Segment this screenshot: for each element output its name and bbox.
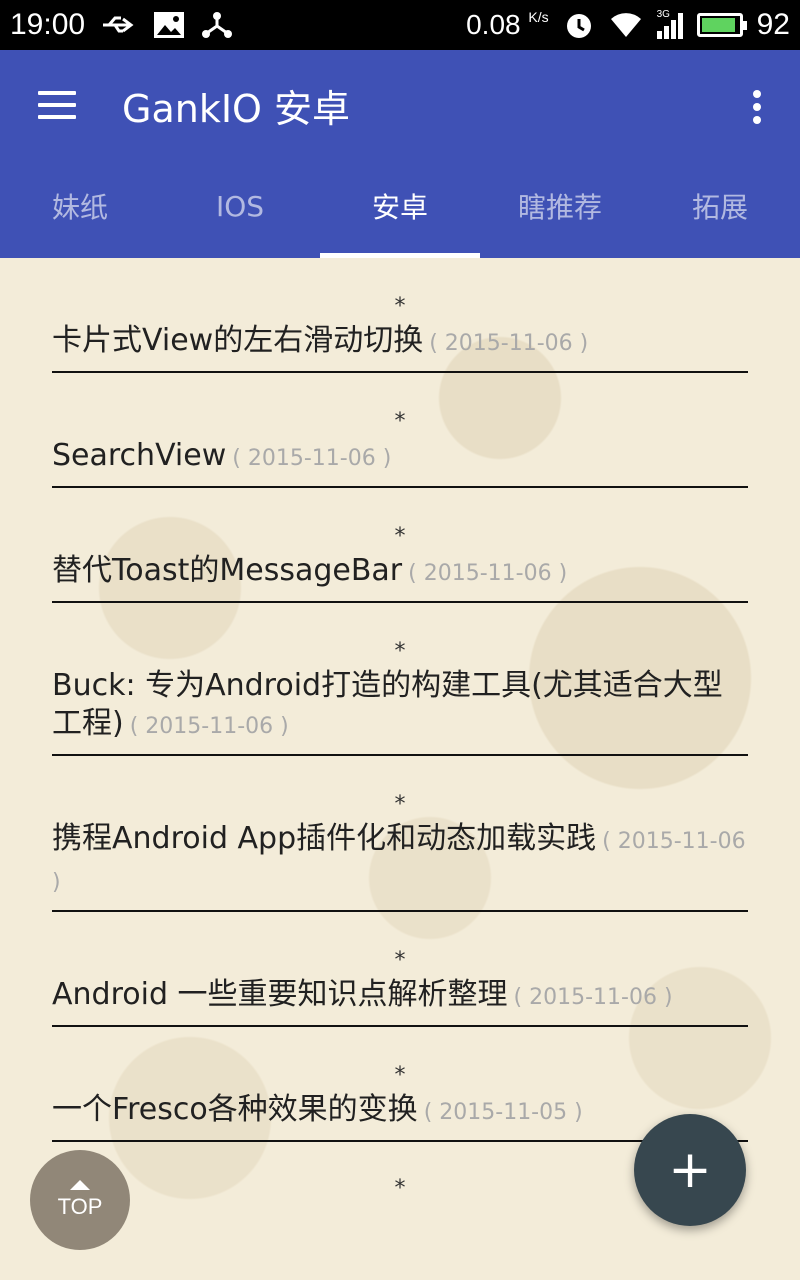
tab-extension[interactable]: 拓展 <box>640 160 800 258</box>
tab-recommend[interactable]: 瞎推荐 <box>480 160 640 258</box>
item-date: ( 2015-11-06 ) <box>232 446 392 471</box>
net-speed: 0.08 K/s <box>466 9 549 40</box>
separator-star: * <box>394 948 406 973</box>
top-label: TOP <box>57 1194 103 1219</box>
list-item[interactable]: * Buck: 专为Android打造的构建工具(尤其适合大型工程)( 2015… <box>52 603 748 756</box>
status-bar: 19:00 0.08 K/s 3G 92 <box>0 0 800 50</box>
separator-star: * <box>394 294 406 319</box>
battery-icon <box>696 13 747 37</box>
alarm-icon <box>566 14 591 38</box>
item-title: 卡片式View的左右滑动切换 <box>52 323 424 358</box>
item-title: 一个Fresco各种效果的变换 <box>52 1092 418 1127</box>
item-title: Android 一些重要知识点解析整理 <box>52 977 508 1012</box>
plus-icon: + <box>668 1140 712 1200</box>
item-title: SearchView <box>52 438 227 473</box>
item-date: ( 2015-11-06 ) <box>129 714 289 739</box>
wifi-icon <box>610 13 641 37</box>
separator-star: * <box>394 409 406 434</box>
toolbar: GankIO 安卓 <box>0 50 800 160</box>
list-item[interactable]: * 携程Android App插件化和动态加载实践( 2015-11-06 ) <box>52 756 748 912</box>
item-date: ( 2015-11-06 ) <box>429 331 589 356</box>
list-item[interactable]: * 一个Fresco各种效果的变换( 2015-11-05 ) <box>52 1027 748 1142</box>
separator-star: * <box>394 792 406 817</box>
status-time: 19:00 <box>10 8 86 41</box>
item-title: 替代Toast的MessageBar <box>52 553 403 588</box>
list-item[interactable]: * 卡片式View的左右滑动切换( 2015-11-06 ) <box>52 258 748 373</box>
overflow-menu-icon[interactable] <box>752 90 762 124</box>
share-icon <box>202 12 233 38</box>
tab-bar: 妹纸 IOS 安卓 瞎推荐 拓展 <box>0 160 800 258</box>
article-list: * 卡片式View的左右滑动切换( 2015-11-06 ) * SearchV… <box>52 258 748 1202</box>
image-icon <box>154 12 185 38</box>
arrow-up-icon <box>70 1180 90 1190</box>
separator-star: * <box>394 1063 406 1088</box>
usb-icon <box>103 16 134 33</box>
tab-ios[interactable]: IOS <box>160 160 320 258</box>
separator-star: * <box>394 639 406 664</box>
item-date: ( 2015-11-05 ) <box>423 1100 583 1125</box>
list-item[interactable]: * 替代Toast的MessageBar( 2015-11-06 ) <box>52 488 748 603</box>
item-title: 携程Android App插件化和动态加载实践 <box>52 821 597 856</box>
tab-android[interactable]: 安卓 <box>320 160 480 258</box>
list-item[interactable]: * Android 一些重要知识点解析整理( 2015-11-06 ) <box>52 912 748 1027</box>
battery-level: 92 <box>756 8 790 41</box>
app-bar: GankIO 安卓 妹纸 IOS 安卓 瞎推荐 拓展 <box>0 50 800 258</box>
list-item[interactable]: * SearchView( 2015-11-06 ) <box>52 373 748 488</box>
signal-icon: 3G <box>656 9 683 39</box>
add-fab-button[interactable]: + <box>634 1114 746 1226</box>
tab-meizhi[interactable]: 妹纸 <box>0 160 160 258</box>
item-date: ( 2015-11-06 ) <box>408 561 568 586</box>
separator-star: * <box>394 524 406 549</box>
page-title: GankIO 安卓 <box>122 86 351 131</box>
hamburger-menu-icon[interactable] <box>38 91 76 119</box>
scroll-to-top-button[interactable]: TOP <box>30 1150 130 1250</box>
item-date: ( 2015-11-06 ) <box>513 985 673 1010</box>
